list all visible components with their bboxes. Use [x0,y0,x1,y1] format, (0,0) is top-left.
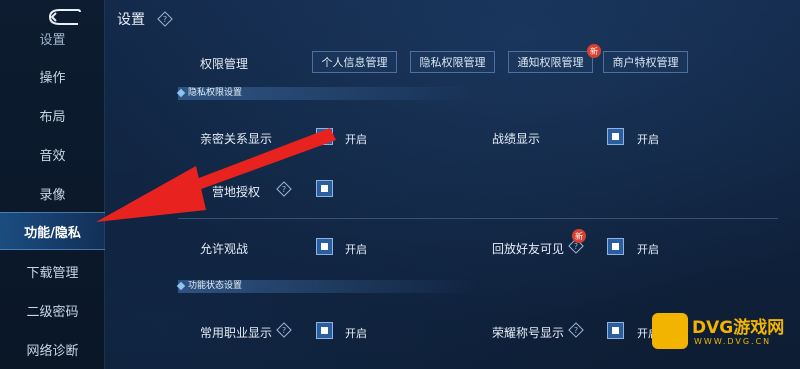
permissions-label: 权限管理 [200,57,249,71]
state-label: 开启 [345,327,367,340]
tab-privacy-permissions[interactable]: 隐私权限管理 [410,51,495,73]
help-icon[interactable]: ? [276,322,292,338]
sidebar-item-sound[interactable]: 音效 [0,135,105,173]
svg-text:?: ? [163,15,167,24]
watermark-brand: DVG游戏网 [692,318,785,338]
sidebar-item-layout[interactable]: 布局 [0,96,105,134]
tab-merchant-privileges[interactable]: 商户特权管理 [603,51,688,73]
svg-text:?: ? [574,242,578,251]
setting-label-allow-spectate: 允许观战 [200,242,249,256]
setting-label-camp-authorization: 营地授权 [212,185,261,199]
sidebar-item-downloads[interactable]: 下载管理 [0,252,105,290]
sidebar-item-partial[interactable]: 设置 [0,28,105,48]
tab-personal-info[interactable]: 个人信息管理 [312,51,397,73]
checkbox-allow-spectate[interactable] [316,238,333,255]
setting-label-replay-friends-visible: 回放好友可见 [492,242,565,256]
help-icon[interactable]: ? [157,11,173,27]
watermark-logo: DVG游戏网 WWW.DVG.CN [652,309,792,357]
state-label: 开启 [637,133,659,146]
svg-text:?: ? [282,326,286,335]
svg-text:?: ? [282,185,286,194]
divider [178,218,778,219]
tab-notification-permissions[interactable]: 通知权限管理 [508,51,593,73]
sidebar-item-secondary-password[interactable]: 二级密码 [0,291,105,329]
gamepad-icon [652,313,688,349]
svg-text:?: ? [574,326,578,335]
checkbox-camp-authorization[interactable] [316,180,333,197]
back-icon[interactable] [46,8,82,26]
setting-label-intimate-relation: 亲密关系显示 [200,132,273,146]
sidebar-item-function-privacy[interactable]: 功能/隐私 [0,212,105,250]
setting-label-common-role: 常用职业显示 [200,326,273,340]
checkbox-battle-record[interactable] [607,128,624,145]
state-label: 开启 [345,133,367,146]
help-icon[interactable]: ? [276,181,292,197]
state-label: 开启 [637,243,659,256]
sidebar-item-recording[interactable]: 录像 [0,174,105,212]
page-title: 设置 [117,12,145,28]
section-header-privacy: 隐私权限设置 [178,87,478,100]
new-badge: 新 [587,44,601,58]
section-header-function: 功能状态设置 [178,280,478,293]
watermark-url: WWW.DVG.CN [694,337,772,346]
sidebar-item-controls[interactable]: 操作 [0,57,105,95]
checkbox-honor-title[interactable] [607,322,624,339]
setting-label-battle-record: 战绩显示 [492,132,541,146]
new-badge: 新 [572,229,586,243]
help-icon[interactable]: ? [568,322,584,338]
sidebar-item-network-diagnosis[interactable]: 网络诊断 [0,330,105,368]
sidebar: 设置 操作 布局 音效 录像 功能/隐私 下载管理 二级密码 网络诊断 [0,0,105,369]
checkbox-intimate-relation[interactable] [316,128,333,145]
setting-label-honor-title: 荣耀称号显示 [492,326,565,340]
checkbox-replay-friends-visible[interactable] [607,238,624,255]
state-label: 开启 [345,243,367,256]
checkbox-common-role[interactable] [316,322,333,339]
